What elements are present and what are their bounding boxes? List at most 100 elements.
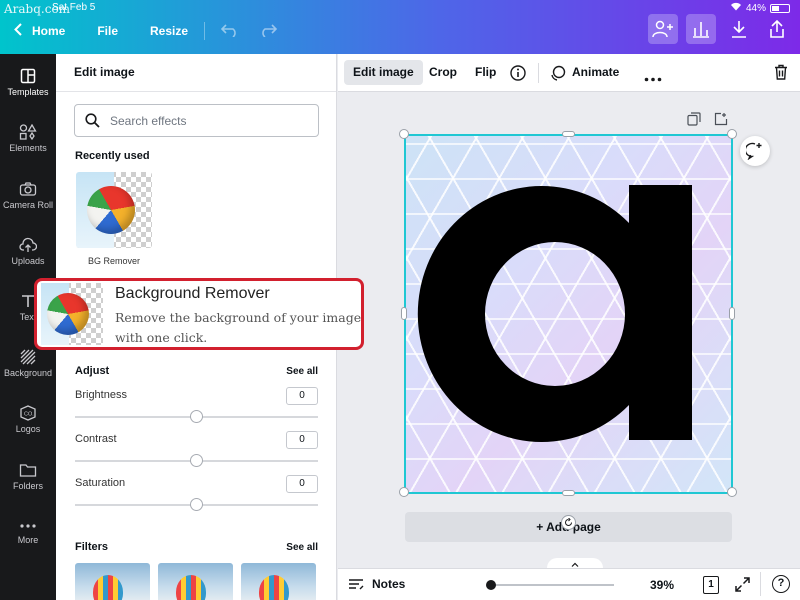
beach-ball-image [47, 293, 89, 335]
animate-button[interactable]: Animate [563, 60, 628, 85]
download-icon [732, 21, 746, 38]
bottom-divider [760, 572, 761, 596]
help-button[interactable]: ? [772, 575, 790, 593]
page-count-button[interactable]: 1 [703, 576, 719, 594]
camera-icon [19, 182, 37, 196]
rail-item-camera-roll[interactable]: Camera Roll [0, 181, 56, 210]
duplicate-page-icon[interactable] [687, 112, 701, 131]
callout-thumbnail [41, 283, 103, 345]
adjust-heading: Adjust [75, 365, 110, 377]
callout-title: Background Remover [115, 285, 270, 302]
top-nav: Home File Resize [14, 20, 297, 42]
resize-handle-n[interactable] [562, 131, 575, 137]
rail-label: Templates [7, 87, 49, 97]
rail-item-background[interactable]: Background [0, 349, 56, 378]
logos-icon: CO. [20, 405, 36, 421]
wifi-icon [730, 2, 742, 14]
resize-handle-sw[interactable] [399, 487, 409, 497]
rail-label: Background [3, 368, 53, 378]
status-date: Sat Feb 5 [52, 2, 96, 13]
search-effects[interactable] [74, 104, 319, 137]
adjust-see-all-link[interactable]: See all [286, 366, 318, 377]
canvas-toolbar: Edit image Crop Flip Animate [338, 54, 800, 92]
trash-icon[interactable] [774, 64, 788, 83]
home-button[interactable]: Home [14, 23, 65, 39]
insights-button[interactable] [686, 14, 716, 44]
edit-image-button[interactable]: Edit image [344, 60, 423, 85]
info-icon[interactable] [510, 65, 526, 84]
flip-button[interactable]: Flip [466, 60, 505, 85]
home-label: Home [32, 24, 66, 38]
elements-icon [19, 124, 37, 140]
share-people-button[interactable] [648, 14, 678, 44]
bottom-bar: Notes 39% 1 ? [338, 568, 800, 600]
notes-icon [349, 579, 364, 590]
undo-icon[interactable] [220, 23, 239, 40]
top-actions [648, 14, 792, 44]
callout-description: Remove the background of your image with… [115, 310, 362, 345]
recently-used-heading: Recently used [75, 150, 150, 162]
upload-cloud-icon [19, 237, 37, 252]
chevron-up-icon [571, 562, 579, 567]
resize-handle-ne[interactable] [727, 129, 737, 139]
resize-handle-se[interactable] [727, 487, 737, 497]
contrast-slider-knob[interactable] [190, 454, 203, 467]
share-button[interactable] [762, 14, 792, 44]
contrast-value[interactable]: 0 [286, 431, 318, 449]
search-icon [85, 113, 100, 128]
battery-icon [770, 3, 790, 13]
add-page-icon[interactable] [714, 112, 728, 131]
file-label: File [97, 24, 119, 38]
filter-thumbnail[interactable] [75, 563, 150, 600]
resize-handle-e[interactable] [729, 307, 735, 320]
resize-handle-s[interactable] [562, 490, 575, 496]
balloon-image [93, 575, 123, 600]
crop-button[interactable]: Crop [420, 60, 466, 85]
chevron-left-icon [14, 23, 22, 39]
brightness-slider-knob[interactable] [190, 410, 203, 423]
contrast-label: Contrast [75, 433, 117, 445]
filter-thumbnail[interactable] [158, 563, 233, 600]
rail-item-elements[interactable]: Elements [0, 124, 56, 153]
rail-label: Uploads [11, 256, 45, 266]
folder-icon [19, 464, 37, 477]
resize-button[interactable]: Resize [150, 24, 188, 38]
top-bar: Arabq.com Sat Feb 5 44% Home File Resize [0, 0, 800, 54]
saturation-value[interactable]: 0 [286, 475, 318, 493]
rail-item-more[interactable]: More [0, 520, 56, 545]
panel-title: Edit image [56, 54, 336, 92]
saturation-slider-knob[interactable] [190, 498, 203, 511]
search-input[interactable] [110, 113, 300, 128]
brightness-value[interactable]: 0 [286, 387, 318, 405]
rotate-icon[interactable] [561, 515, 576, 530]
rail-label: Camera Roll [2, 200, 53, 210]
file-menu-button[interactable]: File [97, 24, 118, 38]
resize-handle-w[interactable] [401, 307, 407, 320]
rail-item-folders[interactable]: Folders [0, 462, 56, 491]
rail-item-uploads[interactable]: Uploads [0, 237, 56, 266]
background-remover-callout[interactable]: Background Remover Remove the background… [34, 278, 364, 350]
download-button[interactable] [724, 14, 754, 44]
bg-remover-thumbnail[interactable] [76, 172, 152, 248]
rail-item-templates[interactable]: Templates [0, 68, 56, 97]
resize-handle-nw[interactable] [399, 129, 409, 139]
background-icon [20, 349, 36, 365]
more-options-icon[interactable] [644, 71, 662, 85]
add-comment-button[interactable] [740, 136, 770, 166]
rail-item-logos[interactable]: CO. Logos [0, 405, 56, 434]
zoom-level[interactable]: 39% [650, 578, 674, 592]
svg-text:CO.: CO. [24, 412, 34, 418]
redo-icon[interactable] [259, 23, 278, 40]
zoom-slider-track[interactable] [488, 584, 614, 586]
bar-chart-icon [693, 22, 709, 38]
bg-remover-label: BG Remover [87, 256, 140, 266]
balloon-image [176, 575, 206, 600]
status-right: 44% [730, 2, 790, 14]
fullscreen-icon[interactable] [735, 577, 750, 595]
filters-see-all-link[interactable]: See all [286, 542, 318, 553]
notes-button[interactable]: Notes [348, 577, 405, 591]
rail-label: Logos [15, 424, 41, 434]
filter-thumbnail[interactable] [241, 563, 316, 600]
notes-label: Notes [372, 577, 406, 591]
zoom-slider-knob[interactable] [486, 580, 496, 590]
